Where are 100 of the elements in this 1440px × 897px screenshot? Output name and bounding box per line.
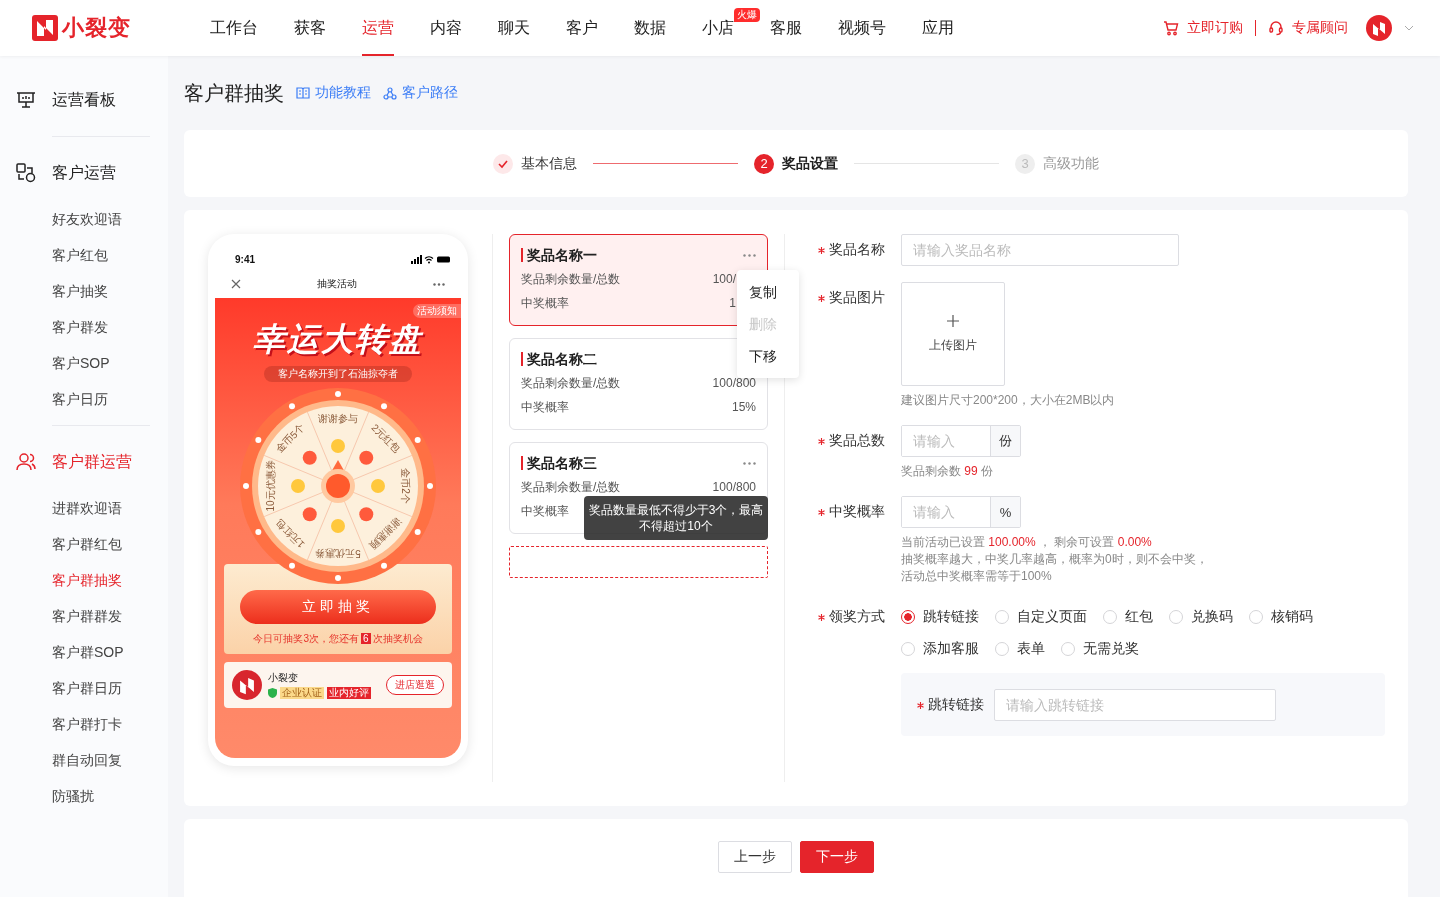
link-field[interactable]: 请输入跳转链接 bbox=[994, 689, 1276, 721]
upload-button[interactable]: 上传图片 bbox=[901, 282, 1005, 386]
stock-label: 奖品剩余数量/总数 bbox=[521, 270, 621, 288]
consultant-link[interactable]: 专属顾问 bbox=[1268, 19, 1348, 37]
next-button[interactable]: 下一步 bbox=[800, 841, 874, 873]
field-label: 中奖概率 bbox=[829, 503, 885, 521]
sidebar-item[interactable]: 客户红包 bbox=[16, 237, 168, 273]
field-label: 领奖方式 bbox=[829, 608, 885, 626]
nav-tab[interactable]: 运营 bbox=[362, 0, 394, 56]
sidebar-item[interactable]: 客户SOP bbox=[16, 345, 168, 381]
logo-icon bbox=[32, 15, 58, 41]
prize-name: 奖品名称一 bbox=[521, 248, 597, 262]
radio-option[interactable]: 添加客服 bbox=[901, 633, 979, 665]
headset-icon bbox=[1268, 20, 1284, 36]
sidebar-item[interactable]: 好友欢迎语 bbox=[16, 201, 168, 237]
wheel-label: 金币2个 bbox=[400, 468, 411, 504]
customer-path-link[interactable]: 客户路径 bbox=[383, 84, 458, 102]
probability-note: 抽奖概率越大，中奖几率越高，概率为0时，则不会中奖， bbox=[901, 551, 1208, 568]
field-label: 奖品总数 bbox=[829, 432, 885, 450]
previous-button[interactable]: 上一步 bbox=[718, 841, 792, 873]
status-icons-icon bbox=[411, 254, 451, 264]
sidebar-item[interactable]: 客户群发 bbox=[16, 309, 168, 345]
probability-field[interactable]: 请输入 % bbox=[901, 496, 1021, 528]
nodes-icon bbox=[383, 86, 397, 100]
total-field[interactable]: 请输入 份 bbox=[901, 425, 1021, 457]
page-title: 客户群抽奖 bbox=[184, 80, 284, 106]
radio-option[interactable]: 无需兑奖 bbox=[1061, 633, 1139, 665]
status-time: 9:41 bbox=[235, 253, 255, 265]
field-label: 跳转链接 bbox=[928, 696, 984, 714]
nav-tab[interactable]: 客服 bbox=[770, 0, 802, 56]
nav-tab[interactable]: 客户 bbox=[566, 0, 598, 56]
brand-name: 小裂变 bbox=[62, 14, 131, 42]
menu-item[interactable]: 复制 bbox=[737, 276, 799, 308]
sidebar-section[interactable]: 客户群运营 bbox=[16, 434, 136, 490]
nav-tab[interactable]: 内容 bbox=[430, 0, 462, 56]
sidebar-item[interactable]: 客户抽奖 bbox=[16, 273, 168, 309]
radio-option[interactable]: 跳转链接 bbox=[901, 601, 979, 633]
rate-value: 1 bbox=[729, 296, 736, 310]
wheel-label: 金币5个 bbox=[273, 421, 307, 455]
more-icon[interactable] bbox=[743, 461, 756, 465]
nav-tab[interactable]: 聊天 bbox=[498, 0, 530, 56]
radio-option[interactable]: 红包 bbox=[1103, 601, 1153, 633]
radio-option[interactable]: 核销码 bbox=[1249, 601, 1313, 633]
sidebar-item[interactable]: 防骚扰 bbox=[16, 778, 168, 814]
nav-tab[interactable]: 小店 bbox=[702, 0, 734, 56]
sidebar-item[interactable]: 客户群日历 bbox=[16, 670, 168, 706]
sidebar-item[interactable]: 进群欢迎语 bbox=[16, 490, 168, 526]
tooltip: 奖品数量最低不得少于3个，最高不得超过10个 bbox=[584, 496, 768, 540]
sidebar-item[interactable]: 客户群红包 bbox=[16, 526, 168, 562]
stock-value: 100/800 bbox=[712, 480, 756, 494]
sidebar-item[interactable]: 客户群SOP bbox=[16, 634, 168, 670]
sidebar-item[interactable]: 客户日历 bbox=[16, 381, 168, 417]
shop-logo-icon bbox=[232, 670, 262, 700]
upload-hint: 建议图片尺寸200*200，大小在2MB以内 bbox=[901, 392, 1115, 409]
rate-label: 中奖概率 bbox=[521, 502, 569, 520]
sidebar-item[interactable]: 客户群打卡 bbox=[16, 706, 168, 742]
field-label: 奖品图片 bbox=[829, 289, 885, 307]
add-prize-slot[interactable] bbox=[509, 546, 768, 578]
visit-shop-button[interactable]: 进店逛逛 bbox=[386, 675, 444, 695]
stock-value: 100/ bbox=[712, 272, 736, 286]
rate-label: 中奖概率 bbox=[521, 294, 569, 312]
avatar-icon[interactable] bbox=[1366, 15, 1392, 41]
tutorial-link[interactable]: 功能教程 bbox=[296, 84, 371, 102]
wheel-label: 2元红包 bbox=[369, 421, 403, 455]
sidebar-item[interactable]: 群自动回复 bbox=[16, 742, 168, 778]
prize-name: 奖品名称三 bbox=[521, 456, 597, 470]
radio-option[interactable]: 自定义页面 bbox=[995, 601, 1087, 633]
lottery-headline: 幸运大转盘 bbox=[253, 320, 423, 359]
more-icon[interactable] bbox=[433, 282, 445, 286]
nav-tab[interactable]: 数据 bbox=[634, 0, 666, 56]
step-label: 高级功能 bbox=[1043, 154, 1099, 173]
rate-value: 15% bbox=[731, 400, 756, 414]
sidebar-section[interactable]: 运营看板 bbox=[16, 72, 136, 128]
more-icon[interactable] bbox=[743, 253, 756, 257]
chances-text: 今日可抽奖3次，您还有 6 次抽奖机会 bbox=[253, 632, 423, 646]
sidebar-item[interactable]: 客户群抽奖 bbox=[16, 562, 168, 598]
prize-name-field[interactable]: 请输入奖品名称 bbox=[901, 234, 1179, 266]
radio-option[interactable]: 表单 bbox=[995, 633, 1045, 665]
probability-note: 活动总中奖概率需等于100% bbox=[901, 568, 1053, 585]
chevron-down-icon[interactable] bbox=[1404, 25, 1414, 31]
close-icon[interactable] bbox=[231, 279, 241, 289]
nav-tab[interactable]: 获客 bbox=[294, 0, 326, 56]
wheel-label: 10元优惠券 bbox=[265, 460, 276, 512]
rate-label: 中奖概率 bbox=[521, 398, 569, 416]
sidebar-section[interactable]: 客户运营 bbox=[16, 145, 136, 201]
shop-tag: 企业认证 bbox=[280, 687, 324, 699]
nav-tab[interactable]: 视频号 bbox=[838, 0, 886, 56]
nav-tab[interactable]: 工作台 bbox=[210, 0, 258, 56]
prize-name: 奖品名称二 bbox=[521, 352, 597, 366]
wheel-label: 5元优惠券 bbox=[315, 548, 361, 559]
radio-button[interactable] bbox=[901, 610, 915, 624]
remaining-hint: 奖品剩余数 99 份 bbox=[901, 463, 995, 480]
radio-option[interactable]: 兑换码 bbox=[1169, 601, 1233, 633]
shield-icon bbox=[268, 688, 277, 698]
plus-icon bbox=[947, 314, 959, 327]
sidebar-item[interactable]: 客户群群发 bbox=[16, 598, 168, 634]
nav-tab[interactable]: 应用 bbox=[922, 0, 954, 56]
field-label: 奖品名称 bbox=[829, 241, 885, 259]
order-link[interactable]: 立即订购 bbox=[1163, 19, 1243, 37]
wheel-label: 1元红包 bbox=[273, 517, 307, 551]
